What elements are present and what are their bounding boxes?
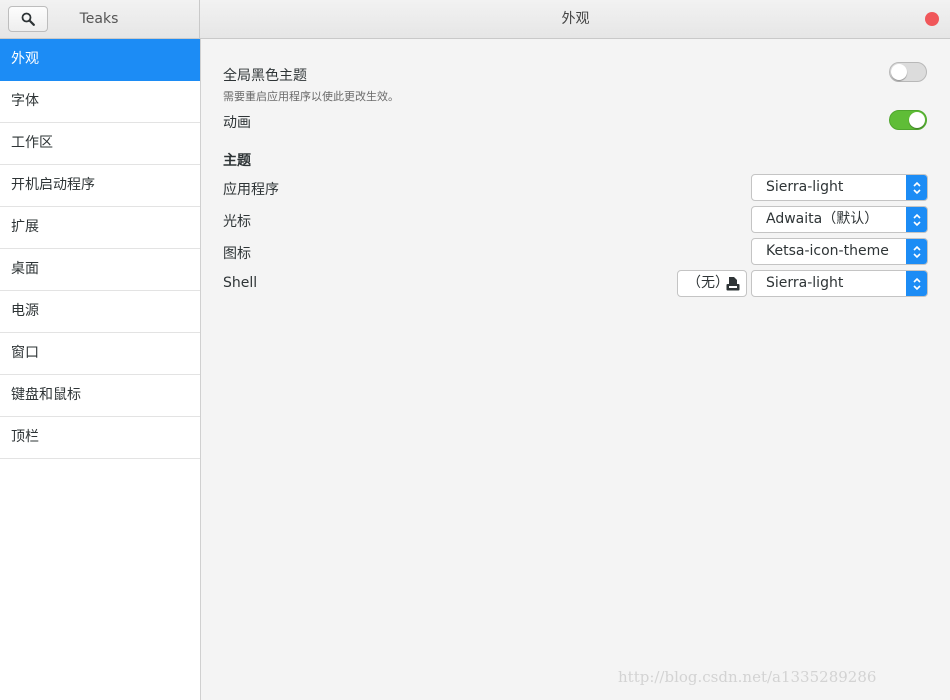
app-title: Teaks [79, 11, 119, 27]
header-sidebar-section: Teaks [0, 0, 200, 38]
close-button[interactable] [925, 12, 939, 26]
dark-theme-switch[interactable] [889, 62, 927, 82]
shell-theme-file-button[interactable]: （无） [677, 270, 747, 297]
sidebar: 外观 字体 工作区 开机启动程序 扩展 桌面 电源 窗口 键盘和鼠标 顶栏 [0, 39, 201, 700]
icons-theme-label: 图标 [223, 246, 251, 262]
icons-theme-combo[interactable]: Ketsa-icon-theme [751, 238, 928, 265]
sidebar-item-desktop[interactable]: 桌面 [0, 249, 200, 291]
switch-knob [909, 112, 925, 128]
applications-theme-combo[interactable]: Sierra-light [751, 174, 928, 201]
combo-value: Adwaita（默认） [766, 211, 879, 227]
tweaks-window: Teaks 外观 外观 字体 工作区 开机启动程序 扩展 桌面 电源 窗口 键盘… [0, 0, 950, 700]
search-button[interactable] [8, 6, 48, 32]
cursor-theme-combo[interactable]: Adwaita（默认） [751, 206, 928, 233]
switch-knob [891, 64, 907, 80]
sidebar-item-startup-applications[interactable]: 开机启动程序 [0, 165, 200, 207]
chevron-up-down-icon [906, 207, 927, 232]
sidebar-item-keyboard-mouse[interactable]: 键盘和鼠标 [0, 375, 200, 417]
settings-panel: 全局黑色主题 需要重启应用程序以使此更改生效。 动画 主题 应用程序 Sierr… [201, 39, 950, 700]
sidebar-item-extensions[interactable]: 扩展 [0, 207, 200, 249]
sidebar-item-appearance[interactable]: 外观 [0, 39, 200, 81]
sidebar-item-workspaces[interactable]: 工作区 [0, 123, 200, 165]
file-button-label: （无） [687, 275, 729, 291]
animations-label: 动画 [223, 115, 251, 131]
combo-value: Sierra-light [766, 275, 844, 291]
combo-value: Sierra-light [766, 179, 844, 195]
cursor-theme-label: 光标 [223, 214, 251, 230]
dark-theme-description: 需要重启应用程序以使此更改生效。 [223, 90, 399, 103]
theme-section-title: 主题 [223, 153, 251, 169]
shell-theme-combo[interactable]: Sierra-light [751, 270, 928, 297]
search-icon [21, 12, 35, 26]
sidebar-item-windows[interactable]: 窗口 [0, 333, 200, 375]
watermark: http://blog.csdn.net/a1335289286 [618, 668, 877, 686]
sidebar-item-fonts[interactable]: 字体 [0, 81, 200, 123]
dark-theme-label: 全局黑色主题 [223, 68, 307, 84]
page-title: 外观 [561, 11, 590, 27]
applications-theme-label: 应用程序 [223, 182, 279, 198]
chevron-up-down-icon [906, 271, 927, 296]
sidebar-item-top-bar[interactable]: 顶栏 [0, 417, 200, 459]
shell-theme-label: Shell [223, 275, 258, 291]
animations-switch[interactable] [889, 110, 927, 130]
document-icon [726, 277, 740, 291]
combo-value: Ketsa-icon-theme [766, 243, 889, 259]
chevron-up-down-icon [906, 175, 927, 200]
chevron-up-down-icon [906, 239, 927, 264]
header-bar: Teaks 外观 [0, 0, 950, 39]
sidebar-item-power[interactable]: 电源 [0, 291, 200, 333]
